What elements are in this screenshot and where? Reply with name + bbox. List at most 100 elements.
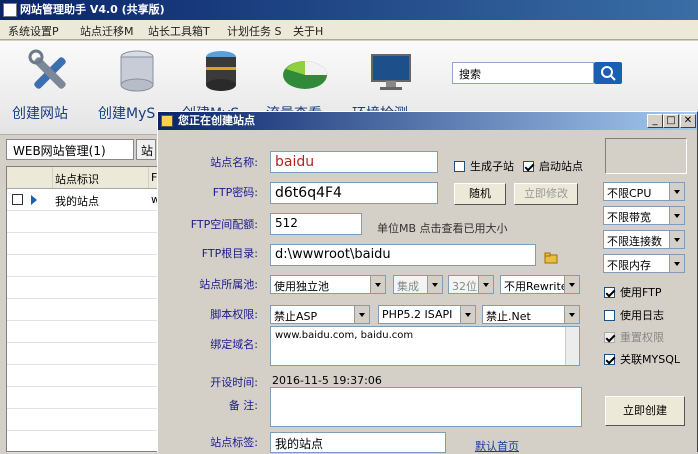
chevron-down-icon: [669, 207, 684, 224]
tab-web-site-management[interactable]: WEB网站管理(1): [6, 139, 134, 160]
bandwidth-limit-select[interactable]: 不限带宽: [603, 206, 685, 225]
chart-icon: [283, 61, 327, 89]
search-icon: [601, 66, 616, 81]
ftp-password-input[interactable]: d6t6q4F4: [270, 182, 438, 204]
domain-scrollbar[interactable]: [565, 327, 579, 365]
menu-bar: 系统设置P 站点迁移M 站长工具箱T 计划任务 S 关于H: [0, 20, 698, 40]
chevron-down-icon: [564, 306, 579, 323]
minimize-button[interactable]: _: [647, 114, 663, 128]
checkbox-box: [604, 354, 615, 365]
use-log-checkbox[interactable]: 使用日志: [604, 307, 664, 323]
dialog-icon: [161, 115, 173, 127]
menu-webmaster-tools[interactable]: 站长工具箱T: [148, 23, 210, 39]
chevron-down-icon: [669, 183, 684, 200]
cpu-limit-select[interactable]: 不限CPU: [603, 182, 685, 201]
modify-button[interactable]: 立即修改: [514, 183, 578, 205]
chevron-down-icon: [669, 255, 684, 272]
domain-textarea[interactable]: www.baidu.com, baidu.com: [270, 326, 580, 366]
create-now-button[interactable]: 立即创建: [605, 396, 685, 426]
use-ftp-label: 使用FTP: [620, 286, 662, 299]
link-mysql-checkbox[interactable]: 关联MYSQL: [604, 351, 680, 367]
use-ftp-checkbox[interactable]: 使用FTP: [604, 284, 662, 300]
pool-select-value: 使用独立池: [274, 280, 329, 293]
chevron-down-icon: [354, 306, 369, 323]
memory-limit-value: 不限内存: [607, 259, 651, 272]
pool-mode-select[interactable]: 集成: [393, 275, 443, 294]
chevron-down-icon: [478, 276, 493, 293]
connection-limit-select[interactable]: 不限连接数: [603, 230, 685, 249]
chevron-down-icon: [460, 306, 475, 323]
pool-label: 站点所属池:: [199, 278, 258, 291]
create-site-dialog: 您正在创建站点 _ □ ✕ 站点名称: baidu 生成子站 启动站点 FTP密…: [157, 111, 698, 453]
chevron-down-icon: [370, 276, 385, 293]
pool-bits-value: 32位: [452, 280, 477, 293]
preview-box: [605, 138, 687, 174]
maximize-button[interactable]: □: [663, 114, 679, 128]
ftp-root-label: FTP根目录:: [201, 247, 258, 260]
cpu-limit-value: 不限CPU: [607, 187, 652, 200]
dotnet-select-value: 禁止.Net: [486, 310, 531, 323]
enable-site-label: 启动站点: [539, 160, 583, 173]
app-icon: [3, 3, 17, 17]
ftp-quota-input[interactable]: 512: [270, 213, 362, 235]
site-tag-label: 站点标签:: [210, 436, 258, 449]
close-button[interactable]: ✕: [680, 114, 696, 128]
checkbox-box: [604, 310, 615, 321]
chevron-down-icon: [669, 231, 684, 248]
pool-mode-value: 集成: [397, 280, 419, 293]
checkbox-box: [523, 161, 534, 172]
menu-scheduled-tasks[interactable]: 计划任务 S: [227, 23, 281, 39]
asp-select[interactable]: 禁止ASP: [270, 305, 370, 324]
menu-about[interactable]: 关于H: [293, 23, 323, 39]
php-select[interactable]: PHP5.2 ISAPI: [378, 305, 476, 324]
open-time-label: 开设时间:: [210, 376, 258, 389]
toolbar-label: 创建网站: [12, 106, 68, 122]
connection-limit-value: 不限连接数: [607, 235, 662, 248]
search-button[interactable]: [594, 62, 622, 84]
chevron-down-icon: [427, 276, 442, 293]
enable-site-checkbox[interactable]: 启动站点: [523, 158, 583, 174]
main-window-title: 网站管理助手 V4.0 (共享版): [0, 0, 698, 20]
monitor-icon: [371, 54, 411, 90]
table-row[interactable]: 我的站点 w: [7, 189, 160, 211]
chevron-down-icon: [564, 276, 579, 293]
memory-limit-select[interactable]: 不限内存: [603, 254, 685, 273]
open-time-value: 2016-11-5 19:37:06: [272, 374, 382, 387]
site-tag-input[interactable]: 我的站点: [270, 432, 446, 453]
row-checkbox[interactable]: [12, 194, 23, 205]
remark-label: 备 注:: [228, 399, 258, 412]
checkbox-box: [604, 287, 615, 298]
create-subsite-checkbox[interactable]: 生成子站: [454, 158, 514, 174]
pool-select[interactable]: 使用独立池: [270, 275, 386, 294]
site-list-grid: 站点标识 F 我的站点 w: [6, 166, 160, 453]
search-input[interactable]: 搜索: [452, 62, 594, 84]
rewrite-select[interactable]: 不用Rewrite: [500, 275, 580, 294]
domain-label: 绑定域名:: [210, 338, 258, 351]
create-site-button[interactable]: 创建网站: [12, 45, 90, 127]
ftp-root-input[interactable]: d:\wwwroot\baidu: [270, 244, 536, 266]
use-log-label: 使用日志: [620, 309, 664, 322]
reset-permission-label: 重置权限: [620, 331, 664, 344]
row-site-name: 我的站点: [55, 195, 99, 208]
quota-hint-link[interactable]: 单位MB 点击查看已用大小: [377, 220, 508, 236]
link-mysql-label: 关联MYSQL: [620, 353, 680, 366]
dialog-title: 您正在创建站点: [158, 112, 697, 130]
random-button[interactable]: 随机: [454, 183, 506, 205]
site-name-input[interactable]: baidu: [270, 151, 438, 173]
menu-system-settings[interactable]: 系统设置P: [8, 23, 59, 39]
checkbox-box: [604, 332, 615, 343]
tools-icon: [28, 49, 66, 89]
ftp-quota-label: FTP空间配额:: [190, 218, 258, 231]
folder-browse-icon[interactable]: [544, 251, 558, 265]
dotnet-select[interactable]: 禁止.Net: [482, 305, 580, 324]
domain-value: www.baidu.com, baidu.com: [275, 330, 414, 341]
pool-bits-select[interactable]: 32位: [448, 275, 494, 294]
remark-textarea[interactable]: [270, 387, 582, 427]
rewrite-select-value: 不用Rewrite: [504, 280, 568, 293]
grid-header: 站点标识 F: [7, 167, 159, 189]
script-permission-label: 脚本权限:: [210, 308, 258, 321]
reset-permission-checkbox[interactable]: 重置权限: [604, 329, 664, 345]
create-subsite-label: 生成子站: [470, 160, 514, 173]
menu-site-migration[interactable]: 站点迁移M: [80, 23, 134, 39]
tab-site[interactable]: 站: [136, 139, 156, 160]
